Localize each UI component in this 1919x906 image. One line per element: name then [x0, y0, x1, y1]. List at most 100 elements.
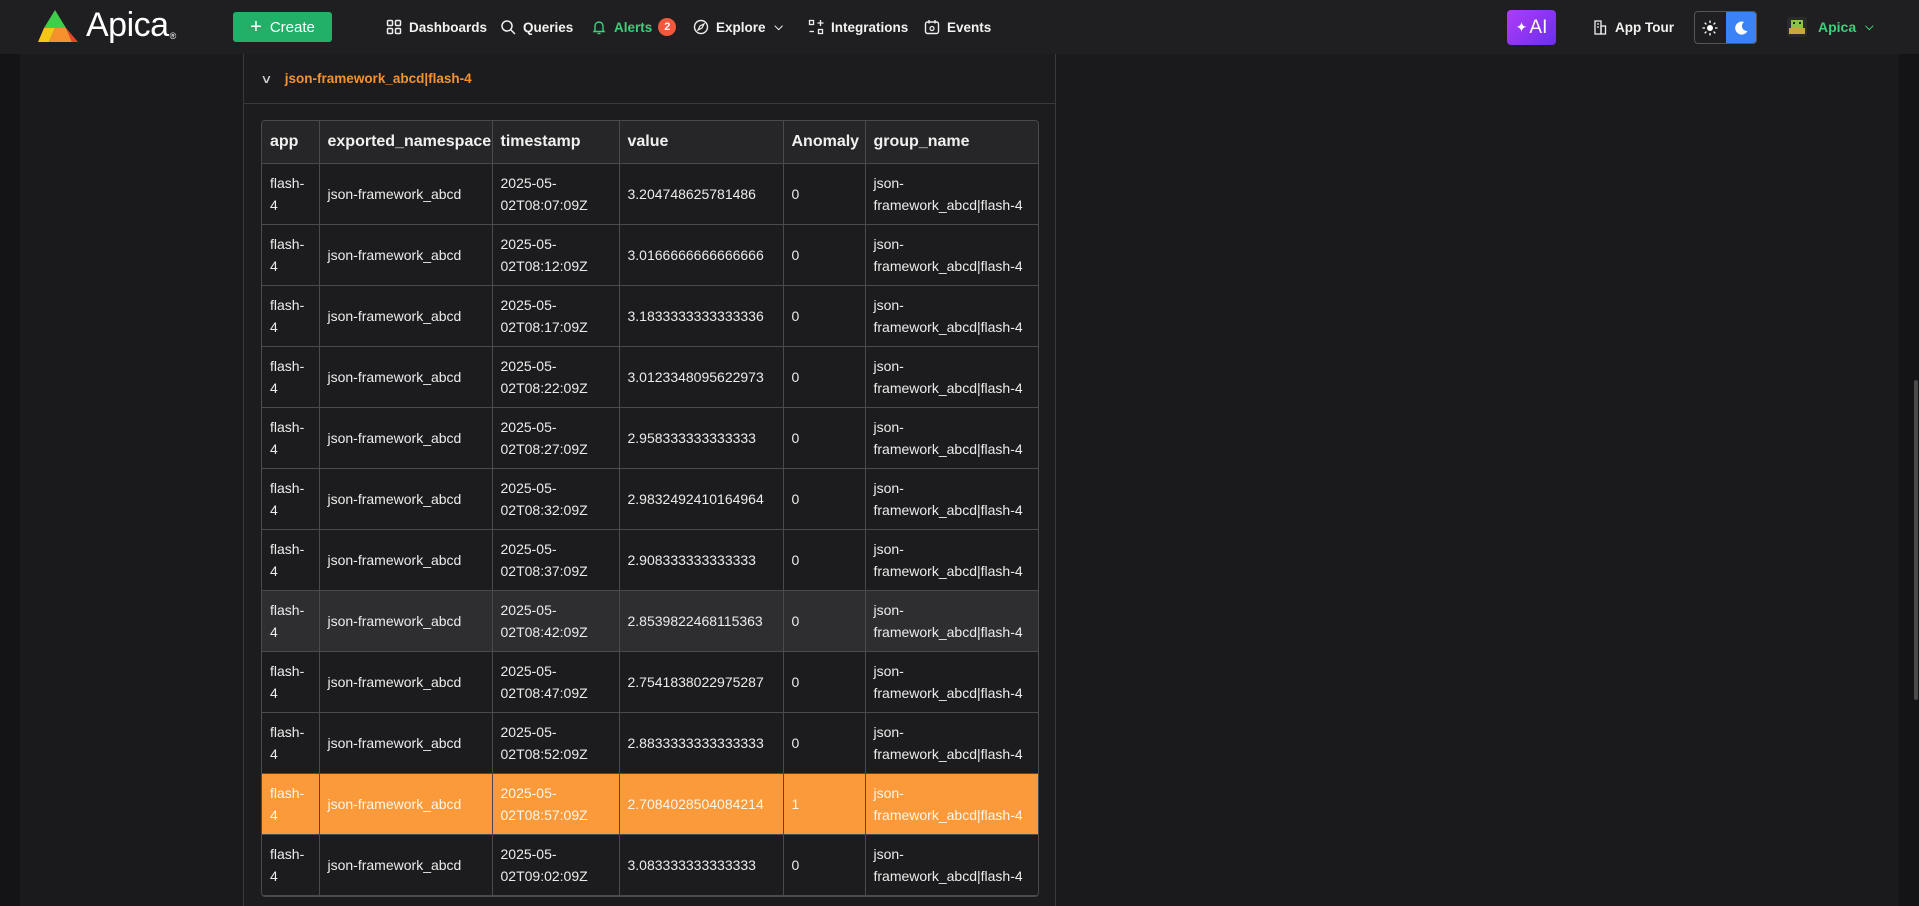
nav-alerts[interactable]: Alerts 2: [591, 0, 677, 54]
table-row[interactable]: flash-4 json-framework_abcd 2025-05-02T09:…: [262, 834, 1038, 896]
cell-timestamp: 2025-05-02T08:22:09Z: [492, 346, 620, 408]
cell-group-name: json-framework_abcd|flash-4: [865, 346, 1038, 408]
cell-exported-namespace: json-framework_abcd: [319, 651, 493, 713]
cell-anomaly: 0: [783, 224, 866, 286]
cell-group-name: json-framework_abcd|flash-4: [865, 407, 1038, 469]
cell-app: flash-4: [262, 468, 320, 530]
light-mode-button[interactable]: [1695, 12, 1726, 43]
column-header-anomaly[interactable]: Anomaly: [783, 121, 866, 164]
cell-anomaly: 0: [783, 468, 866, 530]
left-gutter: [0, 54, 20, 906]
sun-icon: [1702, 20, 1718, 35]
registered-mark: ®: [169, 30, 177, 41]
nav-events[interactable]: Events: [924, 0, 991, 54]
nav-dashboards[interactable]: Dashboards: [386, 0, 487, 54]
queries-icon: [501, 20, 516, 35]
cell-timestamp: 2025-05-02T08:57:09Z: [492, 773, 620, 835]
app-tour-button[interactable]: App Tour: [1592, 0, 1674, 54]
cell-group-name: json-framework_abcd|flash-4: [865, 834, 1038, 896]
table-row[interactable]: flash-4 json-framework_abcd 2025-05-02T08:…: [262, 346, 1038, 408]
cell-exported-namespace: json-framework_abcd: [319, 529, 493, 591]
nav-integrations[interactable]: Integrations: [808, 0, 908, 54]
cell-timestamp: 2025-05-02T08:37:09Z: [492, 529, 620, 591]
brand-name: Apica: [86, 6, 169, 44]
cell-app: flash-4: [262, 407, 320, 469]
cell-exported-namespace: json-framework_abcd: [319, 773, 493, 835]
cell-value: 3.0166666666666666: [619, 224, 784, 286]
cell-anomaly: 0: [783, 163, 866, 225]
cell-anomaly: 0: [783, 834, 866, 896]
create-button[interactable]: + Create: [233, 12, 332, 42]
app-tour-label: App Tour: [1615, 19, 1674, 35]
table-row[interactable]: flash-4 json-framework_abcd 2025-05-02T08:…: [262, 590, 1038, 652]
cell-value: 3.204748625781486: [619, 163, 784, 225]
table-row[interactable]: flash-4 json-framework_abcd 2025-05-02T08:…: [262, 468, 1038, 530]
compass-icon: [693, 19, 709, 35]
cell-value: 2.958333333333333: [619, 407, 784, 469]
cell-exported-namespace: json-framework_abcd: [319, 590, 493, 652]
table-row[interactable]: flash-4 json-framework_abcd 2025-05-02T08:…: [262, 407, 1038, 469]
cell-anomaly: 0: [783, 346, 866, 408]
table-row[interactable]: flash-4 json-framework_abcd 2025-05-02T08:…: [262, 651, 1038, 713]
dark-mode-button[interactable]: [1725, 12, 1756, 43]
events-icon: [924, 20, 940, 35]
page-scrollbar[interactable]: [1914, 380, 1918, 700]
cell-app: flash-4: [262, 834, 320, 896]
cell-timestamp: 2025-05-02T08:42:09Z: [492, 590, 620, 652]
cell-timestamp: 2025-05-02T08:12:09Z: [492, 224, 620, 286]
column-header-value[interactable]: value: [619, 121, 784, 164]
plus-icon: +: [250, 16, 262, 38]
table-row[interactable]: flash-4 json-framework_abcd 2025-05-02T08:…: [262, 529, 1038, 591]
column-header-timestamp[interactable]: timestamp: [492, 121, 620, 164]
apica-logo[interactable]: Apica ®: [38, 6, 176, 45]
top-navigation-bar: Apica ® + Create Dashboards Queries Aler…: [0, 0, 1919, 54]
cell-timestamp: 2025-05-02T08:07:09Z: [492, 163, 620, 225]
cell-exported-namespace: json-framework_abcd: [319, 346, 493, 408]
column-header-exported-namespace[interactable]: exported_namespace: [319, 121, 493, 164]
cell-anomaly: 1: [783, 773, 866, 835]
cell-app: flash-4: [262, 590, 320, 652]
nav-explore[interactable]: Explore ⌵: [693, 0, 783, 54]
ai-assistant-button[interactable]: ✦ AI: [1507, 10, 1556, 45]
cell-exported-namespace: json-framework_abcd: [319, 712, 493, 774]
theme-toggle[interactable]: [1694, 11, 1757, 44]
cell-group-name: json-framework_abcd|flash-4: [865, 773, 1038, 835]
table-row[interactable]: flash-4 json-framework_abcd 2025-05-02T08:…: [262, 773, 1038, 835]
table-row[interactable]: flash-4 json-framework_abcd 2025-05-02T08:…: [262, 163, 1038, 225]
group-title: json-framework_abcd|flash-4: [284, 71, 472, 86]
table-row[interactable]: flash-4 json-framework_abcd 2025-05-02T08:…: [262, 285, 1038, 347]
table-row[interactable]: flash-4 json-framework_abcd 2025-05-02T08:…: [262, 712, 1038, 774]
nav-integrations-label: Integrations: [831, 19, 909, 35]
cell-app: flash-4: [262, 529, 320, 591]
cell-exported-namespace: json-framework_abcd: [319, 834, 493, 896]
table-row[interactable]: flash-4 json-framework_abcd 2025-05-02T08:…: [262, 224, 1038, 286]
cell-timestamp: 2025-05-02T08:32:09Z: [492, 468, 620, 530]
cell-value: 2.8833333333333333: [619, 712, 784, 774]
nav-events-label: Events: [947, 19, 992, 35]
cell-app: flash-4: [262, 712, 320, 774]
cell-app: flash-4: [262, 346, 320, 408]
cell-group-name: json-framework_abcd|flash-4: [865, 224, 1038, 286]
column-header-app[interactable]: app: [262, 121, 320, 164]
cell-group-name: json-framework_abcd|flash-4: [865, 590, 1038, 652]
cell-app: flash-4: [262, 285, 320, 347]
cell-value: 2.7541838022975287: [619, 651, 784, 713]
cell-timestamp: 2025-05-02T08:47:09Z: [492, 651, 620, 713]
cell-app: flash-4: [262, 651, 320, 713]
cell-timestamp: 2025-05-02T08:17:09Z: [492, 285, 620, 347]
group-header[interactable]: ∨ json-framework_abcd|flash-4: [244, 54, 1055, 104]
user-menu[interactable]: Apica ⌵: [1786, 0, 1873, 54]
column-header-group-name[interactable]: group_name: [865, 121, 1038, 164]
nav-dashboards-label: Dashboards: [409, 19, 488, 35]
nav-alerts-label: Alerts: [614, 19, 653, 35]
cell-group-name: json-framework_abcd|flash-4: [865, 163, 1038, 225]
chevron-down-icon: ⌵: [1865, 20, 1874, 33]
integrations-icon: [808, 19, 824, 35]
cell-exported-namespace: json-framework_abcd: [319, 285, 493, 347]
chevron-down-icon: ⌵: [774, 20, 783, 33]
table-body: flash-4 json-framework_abcd 2025-05-02T08:…: [262, 163, 1038, 896]
cell-value: 2.8539822468115363: [619, 590, 784, 652]
chevron-down-icon[interactable]: ∨: [260, 72, 272, 86]
nav-queries[interactable]: Queries: [500, 0, 573, 54]
cell-anomaly: 0: [783, 712, 866, 774]
